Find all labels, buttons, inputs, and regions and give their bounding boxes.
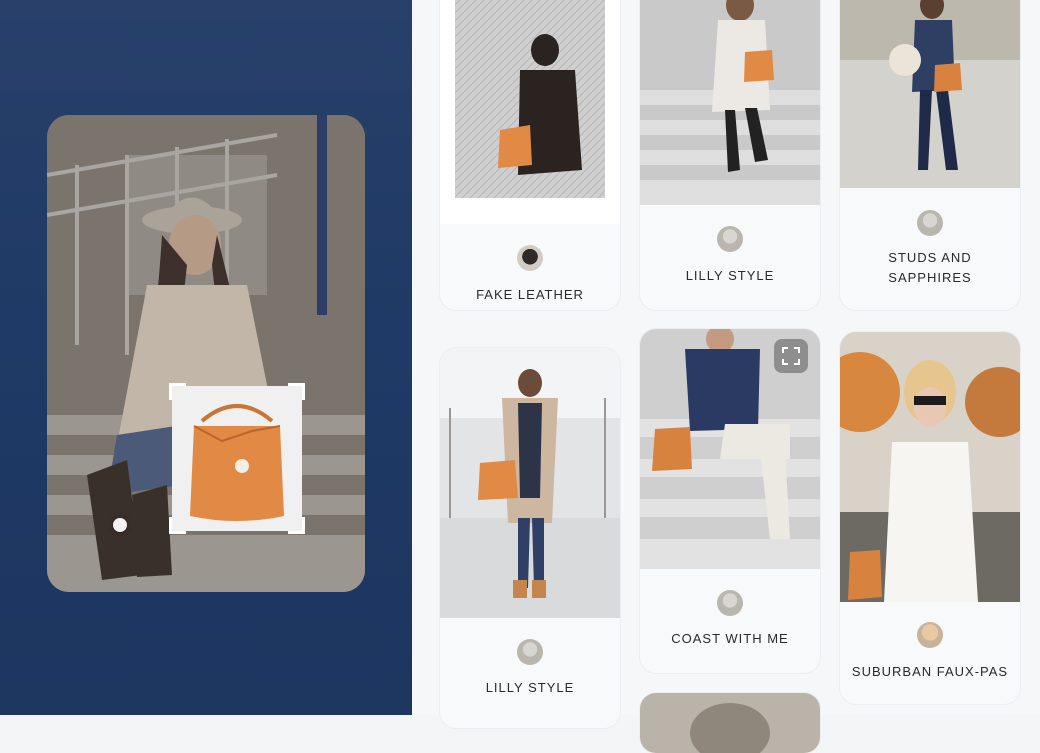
- pin-title-line: STUDS AND: [888, 250, 972, 265]
- pin-image: [440, 348, 620, 618]
- expand-icon: [782, 347, 800, 365]
- pin-image: [840, 332, 1020, 602]
- pin-card[interactable]: COAST WITH ME: [640, 329, 820, 673]
- crop-selection[interactable]: [169, 383, 305, 534]
- pin-title: LILLY STYLE: [485, 680, 575, 695]
- pin-card[interactable]: LILLY STYLE: [640, 0, 820, 310]
- results-grid: FAKE LEATHER LILLY STYLE STUDS AND SAPPH…: [412, 0, 1040, 753]
- source-photo: [47, 115, 365, 592]
- avatar: [517, 639, 543, 665]
- pin-card[interactable]: SUBURBAN FAUX-PAS: [840, 332, 1020, 704]
- pin-title-line: SAPPHIRES: [888, 270, 972, 285]
- pin-card[interactable]: FAKE LEATHER: [440, 0, 620, 310]
- avatar: [917, 622, 943, 648]
- crop-handle-top-left[interactable]: [169, 383, 186, 400]
- bag-image: [172, 386, 302, 531]
- avatar: [717, 226, 743, 252]
- avatar: [917, 210, 943, 236]
- avatar: [517, 245, 543, 271]
- pin-card[interactable]: [640, 693, 820, 753]
- pin-card[interactable]: STUDS AND SAPPHIRES: [840, 0, 1020, 310]
- expand-button[interactable]: [774, 339, 808, 373]
- hotspot-dot[interactable]: [113, 518, 127, 532]
- pin-title: SUBURBAN FAUX-PAS: [851, 664, 1009, 679]
- pin-title: COAST WITH ME: [671, 631, 789, 646]
- pin-title: LILLY STYLE: [685, 268, 775, 283]
- pin-image: [840, 0, 1020, 188]
- crop-handle-bottom-right[interactable]: [288, 517, 305, 534]
- pin-image: [440, 0, 620, 224]
- pin-title: FAKE LEATHER: [476, 287, 584, 302]
- crop-handle-bottom-left[interactable]: [169, 517, 186, 534]
- avatar: [717, 590, 743, 616]
- pin-image: [640, 0, 820, 205]
- pin-title: STUDS AND SAPPHIRES: [840, 248, 1020, 288]
- pin-image: [640, 693, 820, 753]
- pin-card[interactable]: LILLY STYLE: [440, 348, 620, 728]
- visual-search-panel: [0, 0, 412, 715]
- crop-handle-top-right[interactable]: [288, 383, 305, 400]
